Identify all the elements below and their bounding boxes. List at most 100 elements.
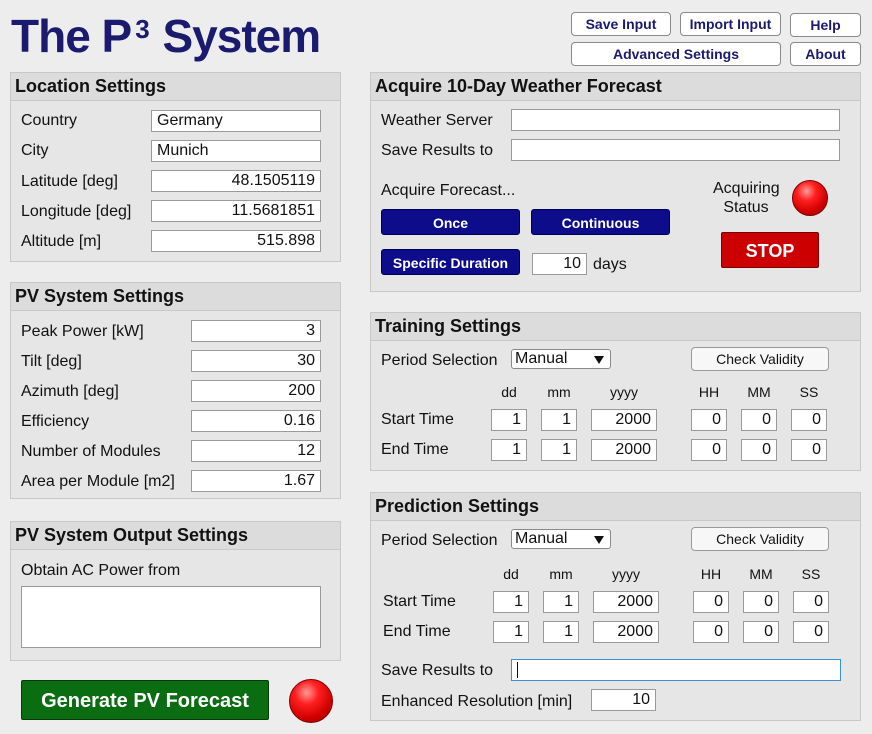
training-start-time-label: Start Time	[381, 411, 454, 428]
training-header-SS: SS	[799, 384, 819, 400]
chevron-down-icon	[594, 356, 604, 364]
training-check-validity-button[interactable]: Check Validity	[691, 347, 829, 371]
prediction-end-yyyy-input[interactable]: 2000	[593, 621, 659, 643]
training-settings-title: Training Settings	[371, 313, 860, 341]
logo-superscript: 3	[135, 14, 150, 44]
prediction-end-mm-input[interactable]: 1	[543, 621, 579, 643]
acquire-specific-duration-button[interactable]: Specific Duration	[381, 249, 520, 275]
tilt-input[interactable]: 30	[191, 350, 321, 372]
prediction-period-select[interactable]: Manual	[511, 529, 611, 549]
generate-status-indicator	[289, 679, 333, 723]
generate-pv-forecast-button[interactable]: Generate PV Forecast	[21, 680, 269, 720]
peak-power-input[interactable]: 3	[191, 320, 321, 342]
prediction-header-HH: HH	[700, 566, 722, 582]
prediction-end-dd-input[interactable]: 1	[493, 621, 529, 643]
prediction-header-MM: MM	[749, 566, 773, 582]
altitude-label: Altitude [m]	[21, 233, 102, 250]
enhanced-resolution-label: Enhanced Resolution [min]	[381, 693, 573, 710]
training-start-dd-input[interactable]: 1	[491, 409, 527, 431]
import-input-button[interactable]: Import Input	[680, 12, 781, 36]
prediction-end-time-label: End Time	[383, 623, 451, 640]
training-end-SS-input[interactable]: 0	[791, 439, 827, 461]
prediction-header-yyyy: yyyy	[612, 566, 640, 582]
acquire-once-button[interactable]: Once	[381, 209, 520, 235]
training-start-yyyy-input[interactable]: 2000	[591, 409, 657, 431]
stop-button[interactable]: STOP	[721, 232, 819, 268]
training-header-HH: HH	[698, 384, 720, 400]
training-header-MM: MM	[747, 384, 771, 400]
training-start-MM-input[interactable]: 0	[741, 409, 777, 431]
training-end-mm-input[interactable]: 1	[541, 439, 577, 461]
weather-server-input[interactable]	[511, 109, 840, 131]
training-header-yyyy: yyyy	[610, 384, 638, 400]
altitude-input[interactable]: 515.898	[151, 230, 321, 252]
chevron-down-icon	[594, 536, 604, 544]
city-input[interactable]: Munich	[151, 140, 321, 162]
prediction-check-validity-button[interactable]: Check Validity	[691, 527, 829, 551]
country-input[interactable]: Germany	[151, 110, 321, 132]
city-label: City	[21, 142, 49, 159]
training-period-selection-label: Period Selection	[381, 352, 498, 369]
prediction-start-HH-input[interactable]: 0	[693, 591, 729, 613]
prediction-start-MM-input[interactable]: 0	[743, 591, 779, 613]
efficiency-label: Efficiency	[21, 413, 90, 430]
prediction-save-results-label: Save Results to	[381, 662, 494, 679]
about-button[interactable]: About	[790, 42, 861, 66]
prediction-save-results-input[interactable]	[511, 659, 841, 681]
help-button[interactable]: Help	[790, 13, 861, 37]
training-start-mm-input[interactable]: 1	[541, 409, 577, 431]
prediction-header-dd: dd	[503, 566, 519, 582]
save-input-button[interactable]: Save Input	[571, 12, 671, 36]
ac-power-textarea[interactable]	[21, 586, 321, 648]
training-start-HH-input[interactable]: 0	[691, 409, 727, 431]
acquire-forecast-label: Acquire Forecast...	[381, 182, 516, 199]
prediction-end-SS-input[interactable]: 0	[793, 621, 829, 643]
efficiency-input[interactable]: 0.16	[191, 410, 321, 432]
training-end-MM-input[interactable]: 0	[741, 439, 777, 461]
peak-power-label: Peak Power [kW]	[21, 323, 144, 340]
longitude-label: Longitude [deg]	[21, 203, 132, 220]
training-header-dd: dd	[501, 384, 517, 400]
weather-save-results-label: Save Results to	[381, 142, 494, 159]
prediction-start-mm-input[interactable]: 1	[543, 591, 579, 613]
training-start-SS-input[interactable]: 0	[791, 409, 827, 431]
training-end-HH-input[interactable]: 0	[691, 439, 727, 461]
azimuth-label: Azimuth [deg]	[21, 383, 119, 400]
prediction-header-mm: mm	[549, 566, 573, 582]
longitude-input[interactable]: 11.5681851	[151, 200, 321, 222]
training-end-dd-input[interactable]: 1	[491, 439, 527, 461]
duration-days-input[interactable]: 10	[532, 253, 587, 275]
text-cursor-icon	[517, 661, 518, 678]
app-logo: The P3 System	[11, 6, 321, 73]
pv-system-settings-title: PV System Settings	[11, 283, 340, 311]
pv-output-settings-title: PV System Output Settings	[11, 522, 340, 550]
training-end-time-label: End Time	[381, 441, 449, 458]
number-of-modules-label: Number of Modules	[21, 443, 161, 460]
prediction-start-dd-input[interactable]: 1	[493, 591, 529, 613]
logo-suffix: System	[150, 10, 321, 62]
prediction-period-select-value: Manual	[515, 530, 568, 547]
prediction-settings-title: Prediction Settings	[371, 493, 860, 521]
days-label: days	[593, 256, 627, 273]
number-of-modules-input[interactable]: 12	[191, 440, 321, 462]
training-period-select-value: Manual	[515, 350, 568, 367]
ac-power-label: Obtain AC Power from	[21, 562, 181, 579]
area-per-module-label: Area per Module [m2]	[21, 473, 175, 490]
prediction-start-SS-input[interactable]: 0	[793, 591, 829, 613]
training-end-yyyy-input[interactable]: 2000	[591, 439, 657, 461]
prediction-header-SS: SS	[801, 566, 821, 582]
prediction-start-yyyy-input[interactable]: 2000	[593, 591, 659, 613]
prediction-end-HH-input[interactable]: 0	[693, 621, 729, 643]
enhanced-resolution-input[interactable]: 10	[591, 689, 656, 711]
prediction-period-selection-label: Period Selection	[381, 532, 498, 549]
training-period-select[interactable]: Manual	[511, 349, 611, 369]
advanced-settings-button[interactable]: Advanced Settings	[571, 42, 781, 66]
acquiring-status-label-line1: Acquiring	[713, 180, 780, 197]
azimuth-input[interactable]: 200	[191, 380, 321, 402]
weather-save-results-input[interactable]	[511, 139, 840, 161]
acquire-continuous-button[interactable]: Continuous	[531, 209, 670, 235]
country-label: Country	[21, 112, 78, 129]
area-per-module-input[interactable]: 1.67	[191, 470, 321, 492]
latitude-input[interactable]: 48.1505119	[151, 170, 321, 192]
prediction-end-MM-input[interactable]: 0	[743, 621, 779, 643]
